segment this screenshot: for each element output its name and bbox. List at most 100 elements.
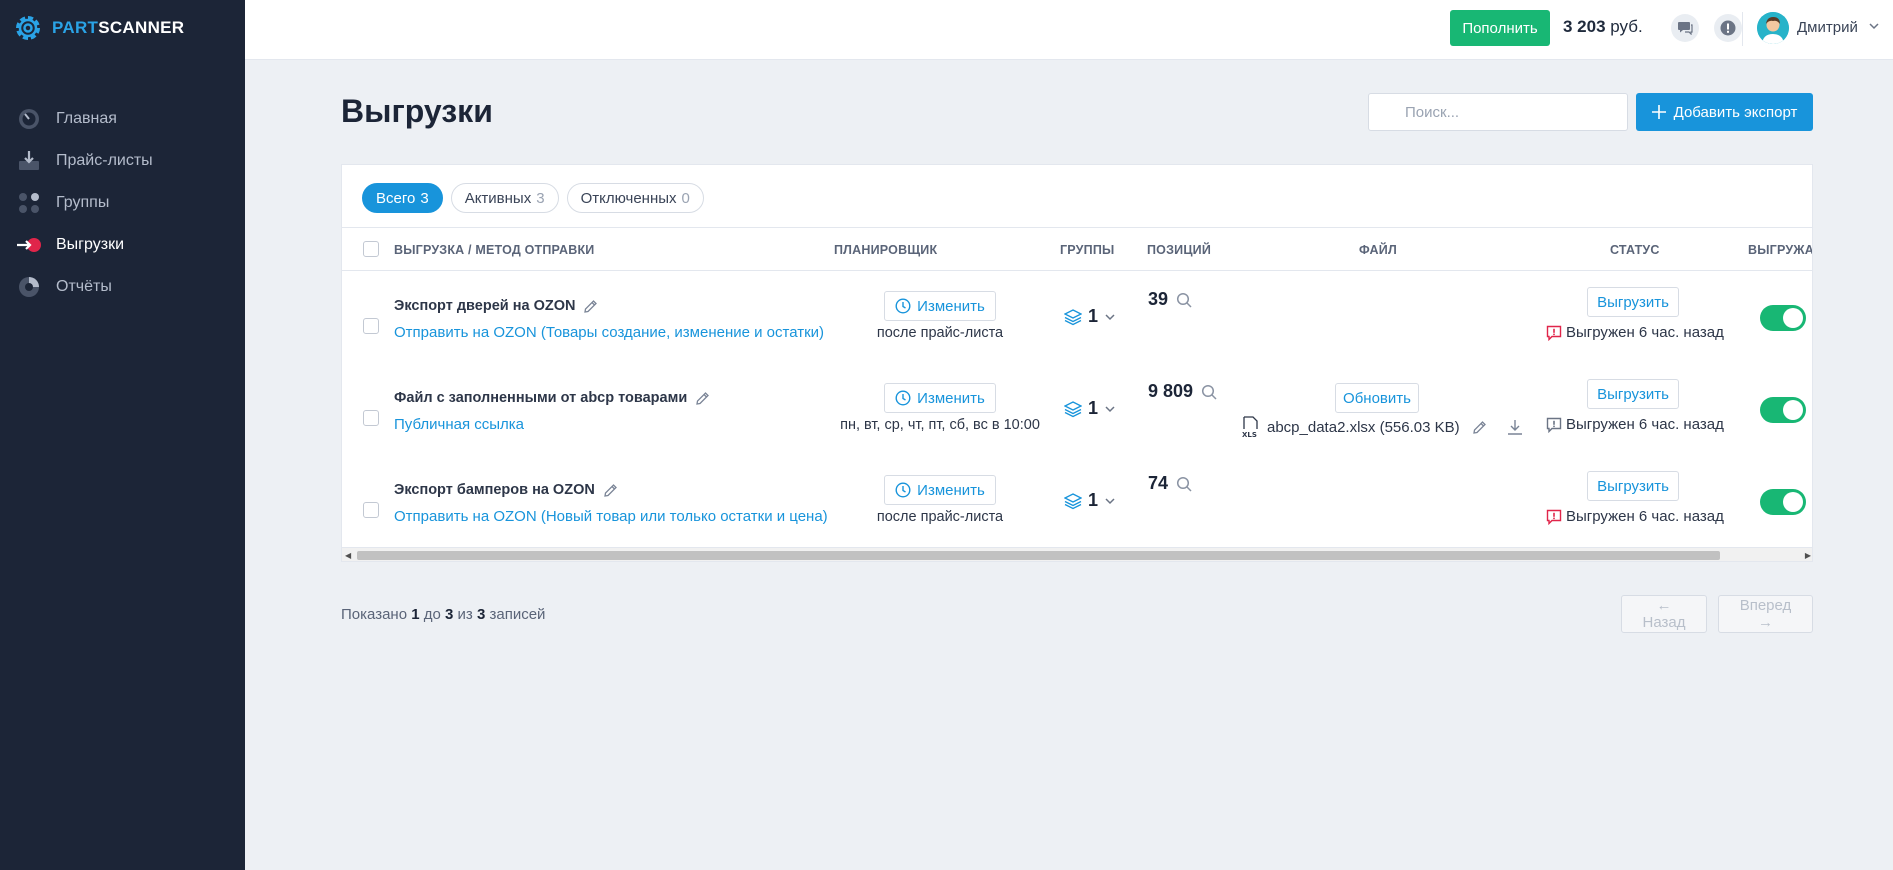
chevron-down-icon [1105, 497, 1115, 504]
row-checkbox[interactable] [363, 502, 379, 518]
status-text: Выгружен 6 час. назад [1566, 508, 1724, 525]
search-input[interactable] [1368, 93, 1628, 131]
plus-icon [1651, 105, 1666, 119]
tab-count: 0 [681, 189, 690, 207]
avatar[interactable] [1757, 12, 1789, 44]
unload-button[interactable]: Выгрузить [1587, 379, 1679, 409]
topup-button[interactable]: Пополнить [1450, 10, 1550, 46]
sidebar: PARTSCANNER Главная Прайс-листы Группы В… [0, 0, 245, 870]
tab-count: 3 [420, 189, 429, 207]
unload-toggle[interactable] [1760, 397, 1806, 423]
summary-of-word: из [457, 606, 473, 623]
add-export-button[interactable]: Добавить экспорт [1636, 93, 1813, 131]
col-positions[interactable]: ПОЗИЦИЙ [1147, 243, 1211, 257]
table-row: Экспорт бамперов на OZON Отправить на OZ… [342, 455, 1812, 547]
error-icon [1546, 325, 1562, 341]
schedule-text: после прайс-листа [876, 325, 1004, 341]
exports-card: Всего 3 Активных 3 Отключенных 0 ВЫГРУЗКА /… [341, 164, 1813, 562]
chevron-down-icon [1105, 405, 1115, 412]
change-schedule-label: Изменить [917, 481, 985, 499]
prev-page-button[interactable]: ← Назад [1621, 595, 1707, 633]
table-row: Экспорт дверей на OZON Отправить на OZON… [342, 271, 1812, 363]
magnifier-icon[interactable] [1201, 384, 1217, 400]
download-icon[interactable] [1507, 419, 1523, 435]
sidebar-item-exports[interactable]: Выгрузки [0, 224, 245, 266]
groups-dropdown[interactable]: 1 [1064, 490, 1116, 511]
logo-text: PARTSCANNER [52, 18, 185, 37]
tab-label: Всего [376, 189, 416, 207]
select-all-checkbox[interactable] [363, 241, 379, 257]
unload-button[interactable]: Выгрузить [1587, 471, 1679, 501]
pencil-icon[interactable] [583, 299, 598, 314]
export-name-text: Экспорт бамперов на OZON [394, 482, 595, 498]
positions-cell: 39 [1148, 289, 1192, 310]
export-method-link[interactable]: Отправить на OZON (Товары создание, изме… [394, 324, 824, 341]
change-schedule-label: Изменить [917, 297, 985, 315]
positions-count: 74 [1148, 473, 1169, 493]
scroll-right-icon[interactable]: ▶ [1805, 551, 1811, 560]
status-text: Выгружен 6 час. назад [1566, 416, 1724, 433]
change-schedule-button[interactable]: Изменить [884, 475, 996, 505]
unload-button[interactable]: Выгрузить [1587, 287, 1679, 317]
status: Выгружен 6 час. назад [1546, 508, 1724, 525]
tab-count: 3 [536, 189, 545, 207]
col-groups[interactable]: ГРУППЫ [1060, 243, 1114, 257]
tab-all[interactable]: Всего 3 [362, 183, 443, 213]
tab-active[interactable]: Активных 3 [450, 183, 559, 213]
summary-from: 1 [411, 606, 420, 623]
records-summary: Показано 1 до 3 из 3 записей [341, 606, 545, 623]
chat-icon[interactable] [1671, 14, 1699, 42]
sidebar-item-label: Главная [56, 110, 117, 127]
pencil-icon[interactable] [603, 483, 618, 498]
groups-dropdown[interactable]: 1 [1064, 306, 1116, 327]
change-schedule-button[interactable]: Изменить [884, 291, 996, 321]
unload-toggle[interactable] [1760, 489, 1806, 515]
positions-cell: 74 [1148, 473, 1192, 494]
unload-toggle[interactable] [1760, 305, 1806, 331]
clock-icon [895, 390, 911, 406]
sidebar-item-pricelists[interactable]: Прайс-листы [0, 140, 245, 182]
divider [1742, 12, 1743, 46]
add-export-label: Добавить экспорт [1673, 103, 1798, 121]
tab-disabled[interactable]: Отключенных 0 [566, 183, 704, 213]
balance: 3 203 руб. [1563, 17, 1643, 37]
scrollbar-thumb[interactable] [357, 551, 1720, 560]
col-status[interactable]: СТАТУС [1610, 243, 1660, 257]
sidebar-nav: Главная Прайс-листы Группы Выгрузки Отчё… [0, 98, 245, 308]
user-name[interactable]: Дмитрий [1797, 19, 1858, 36]
magnifier-icon[interactable] [1176, 476, 1192, 492]
horizontal-scrollbar[interactable]: ◀ ▶ [342, 547, 1812, 561]
update-file-button[interactable]: Обновить [1335, 383, 1419, 413]
alert-icon[interactable] [1714, 14, 1742, 42]
groups-dropdown[interactable]: 1 [1064, 398, 1116, 419]
scroll-left-icon[interactable]: ◀ [345, 551, 351, 560]
sidebar-item-home[interactable]: Главная [0, 98, 245, 140]
tab-label: Отключенных [580, 189, 677, 207]
col-file[interactable]: ФАЙЛ [1359, 243, 1397, 257]
pencil-icon[interactable] [695, 391, 710, 406]
pencil-icon[interactable] [1472, 420, 1487, 435]
groups-icon [16, 190, 42, 216]
row-checkbox[interactable] [363, 318, 379, 334]
file-name[interactable]: abcp_data2.xlsx (556.03 KB) [1267, 419, 1460, 436]
sidebar-item-groups[interactable]: Группы [0, 182, 245, 224]
magnifier-icon[interactable] [1176, 292, 1192, 308]
summary-to-word: до [423, 606, 441, 623]
col-export[interactable]: ВЫГРУЗКА / МЕТОД ОТПРАВКИ [394, 243, 594, 257]
col-unload[interactable]: ВЫГРУЖАТЬ [1748, 243, 1812, 257]
sidebar-item-label: Отчёты [56, 278, 112, 295]
sidebar-item-label: Группы [56, 194, 110, 211]
export-method-link[interactable]: Публичная ссылка [394, 416, 524, 433]
export-method-link[interactable]: Отправить на OZON (Новый товар или тольк… [394, 508, 828, 525]
logo[interactable]: PARTSCANNER [12, 12, 184, 44]
groups-count: 1 [1088, 490, 1099, 510]
col-scheduler[interactable]: ПЛАНИРОВЩИК [834, 243, 937, 257]
export-name: Экспорт бамперов на OZON [394, 482, 618, 498]
sidebar-item-reports[interactable]: Отчёты [0, 266, 245, 308]
next-page-button[interactable]: Вперед → [1718, 595, 1813, 633]
chevron-down-icon[interactable] [1868, 20, 1880, 32]
change-schedule-button[interactable]: Изменить [884, 383, 996, 413]
gear-logo-icon [16, 16, 40, 40]
change-schedule-label: Изменить [917, 389, 985, 407]
row-checkbox[interactable] [363, 410, 379, 426]
